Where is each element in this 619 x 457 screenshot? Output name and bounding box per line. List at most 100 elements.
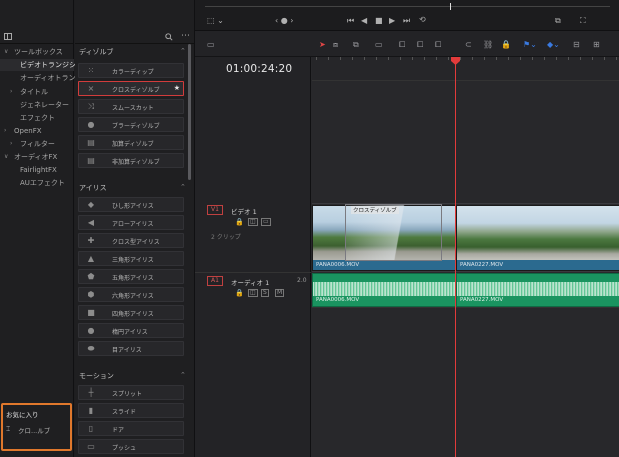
mute-button[interactable]: M [275, 289, 285, 297]
go-to-end-icon[interactable]: ⏭ [403, 16, 410, 26]
tree-item-video-transitions[interactable]: ビデオトランジシ [0, 59, 76, 71]
lock-icon[interactable]: 🔒 [501, 40, 511, 49]
effect-square-iris[interactable]: ■ 四角形アイリス [78, 305, 184, 320]
effect-cross-iris[interactable]: ✚ クロス型アイリス [78, 233, 184, 248]
square-shape-icon: ■ [87, 308, 95, 317]
snapping-icon[interactable]: ⊂ [465, 40, 472, 49]
effect-triangle-iris[interactable]: ▲ 三角形アイリス [78, 251, 184, 266]
effect-cross-dissolve[interactable]: ⨯ クロスディゾルブ ★ [78, 81, 184, 96]
effect-push[interactable]: ▭ プッシュ [78, 439, 184, 454]
tree-item-effects[interactable]: エフェクト [0, 112, 74, 124]
track-visibility-icon[interactable]: ▭ [261, 218, 271, 226]
effect-split[interactable]: ┼ スプリット [78, 385, 184, 400]
cross-dissolve-transition[interactable]: クロスディゾルブ [345, 204, 442, 261]
track-tag-v1[interactable]: V1 [207, 205, 223, 215]
track-tag-a1[interactable]: A1 [207, 276, 223, 286]
effect-color-dip[interactable]: ⁙ カラーディップ [78, 63, 184, 78]
chevron-right-icon[interactable]: › [10, 86, 12, 98]
audio-clip[interactable]: PANA0227.MOV [456, 273, 619, 307]
favorite-item-cross-dissolve[interactable]: クロ...ルブ [18, 425, 50, 435]
stop-icon[interactable]: ■ [375, 16, 383, 25]
auto-select-icon[interactable]: ◫ [248, 218, 258, 226]
loop-icon[interactable]: ⟲ [419, 15, 426, 24]
empty-timeline-area[interactable] [312, 307, 619, 457]
effect-label: クロス型アイリス [112, 239, 160, 246]
chevron-up-icon[interactable]: ⌃ [180, 371, 186, 379]
chevron-right-icon[interactable]: › [4, 125, 6, 137]
timeline-options-icon[interactable]: ▭ [207, 40, 215, 49]
chevron-right-icon[interactable]: › [10, 138, 12, 150]
solo-button[interactable]: S [261, 289, 269, 297]
marker-icon[interactable]: ◆⌄ [547, 40, 560, 49]
effect-door[interactable]: ▯ ドア [78, 421, 184, 436]
track-name[interactable]: オーディオ 1 [231, 277, 269, 287]
zoom-detail-icon[interactable]: ⊞ [593, 40, 600, 49]
selection-tool-icon[interactable]: ➤ [319, 40, 326, 49]
link-icon[interactable]: ⛓ [483, 40, 493, 49]
replace-clip-icon[interactable]: ⧠ [435, 40, 441, 50]
chevron-down-icon[interactable]: ∨ [4, 46, 8, 58]
effect-oval-iris[interactable]: ● 楕円アイリス [78, 323, 184, 338]
effect-non-additive-dissolve[interactable]: ▤ 非加算ディゾルブ [78, 153, 184, 168]
overwrite-clip-icon[interactable]: ⧠ [417, 40, 423, 50]
tree-item-openfx[interactable]: › OpenFX [0, 125, 74, 137]
go-to-start-icon[interactable]: ⏮ [347, 16, 354, 26]
tree-item-au-effects[interactable]: AUエフェクト [0, 177, 74, 189]
star-icon[interactable]: ★ [174, 84, 180, 92]
chevron-up-icon[interactable]: ⌃ [180, 183, 186, 191]
play-icon[interactable]: ▶ [389, 16, 395, 25]
trim-tool-icon[interactable]: ⧈ [333, 40, 338, 50]
tree-item-label: フィルター [20, 140, 55, 148]
favorites-panel: お気に入り ⌶ クロ...ルブ [1, 403, 72, 451]
clip-name: PANA0006.MOV [316, 297, 360, 303]
effect-label: ブラーディゾルブ [112, 123, 160, 130]
jog-icon[interactable]: ‹ ● › [275, 16, 293, 25]
stack-icon: ▤ [87, 138, 95, 147]
search-icon[interactable] [165, 33, 173, 41]
video-clip[interactable]: PANA0227.MOV [456, 205, 619, 271]
playhead-line[interactable] [455, 57, 456, 457]
effect-eye-iris[interactable]: ⬬ 目アイリス [78, 341, 184, 356]
panel-toggle-icon[interactable] [4, 33, 12, 40]
zoom-fit-icon[interactable]: ⊟ [573, 40, 580, 49]
blade-tool-icon[interactable]: ▭ [375, 40, 383, 49]
effect-label: 六角形アイリス [112, 293, 154, 300]
effect-additive-dissolve[interactable]: ▤ 加算ディゾルブ [78, 135, 184, 150]
audio-clip[interactable]: PANA0006.MOV [312, 273, 456, 307]
tree-item-titles[interactable]: › タイトル [0, 86, 74, 98]
effect-smooth-cut[interactable]: ⤨ スムースカット [78, 99, 184, 114]
lock-icon[interactable]: 🔒 [235, 289, 244, 297]
effect-hexagon-iris[interactable]: ⬢ 六角形アイリス [78, 287, 184, 302]
chevron-up-icon[interactable]: ⌃ [180, 47, 186, 55]
effect-label: 楕円アイリス [112, 329, 148, 336]
tree-item-fairlight-fx[interactable]: FairlightFX [0, 164, 74, 176]
fullscreen-icon[interactable]: ⛶ [580, 16, 586, 26]
tree-item-filters[interactable]: › フィルター [0, 138, 74, 150]
reverse-play-icon[interactable]: ◀ [361, 16, 367, 25]
effect-diamond-iris[interactable]: ◆ ひし形アイリス [78, 197, 184, 212]
tree-item-audio-transitions[interactable]: オーディオトラン.. [0, 72, 80, 84]
tree-item-toolbox[interactable]: ∨ ツールボックス [0, 46, 74, 58]
viewer-scrub-head[interactable] [450, 3, 451, 10]
effect-blur-dissolve[interactable]: ● ブラーディゾルブ [78, 117, 184, 132]
lock-icon[interactable]: 🔒 [235, 218, 244, 226]
effect-arrow-iris[interactable]: ◀ アローアイリス [78, 215, 184, 230]
tree-item-generators[interactable]: ジェネレーター [0, 99, 74, 111]
insert-clip-icon[interactable]: ⧠ [399, 40, 405, 50]
chevron-down-icon[interactable]: ∨ [4, 151, 8, 163]
scrollbar[interactable] [188, 44, 191, 180]
more-options-icon[interactable]: ⋯ [181, 31, 190, 41]
clip-count: 2 クリップ [211, 234, 241, 241]
effect-label: ドア [112, 427, 125, 434]
flag-icon[interactable]: ⚑⌄ [523, 40, 537, 49]
match-frame-icon[interactable]: ⧉ [555, 16, 561, 26]
tree-item-audio-fx[interactable]: ∨ オーディオFX [0, 151, 74, 163]
auto-select-icon[interactable]: ◫ [248, 289, 258, 297]
viewer-scrub-bar[interactable] [205, 6, 610, 7]
timeline-ruler[interactable] [312, 57, 619, 81]
viewer-options-icon[interactable]: ⬚ ⌄ [207, 16, 224, 25]
effect-pentagon-iris[interactable]: ⬟ 五角形アイリス [78, 269, 184, 284]
effect-slide[interactable]: ▮ スライド [78, 403, 184, 418]
track-name[interactable]: ビデオ 1 [231, 206, 257, 216]
dynamic-trim-icon[interactable]: ⧉ [353, 40, 359, 50]
